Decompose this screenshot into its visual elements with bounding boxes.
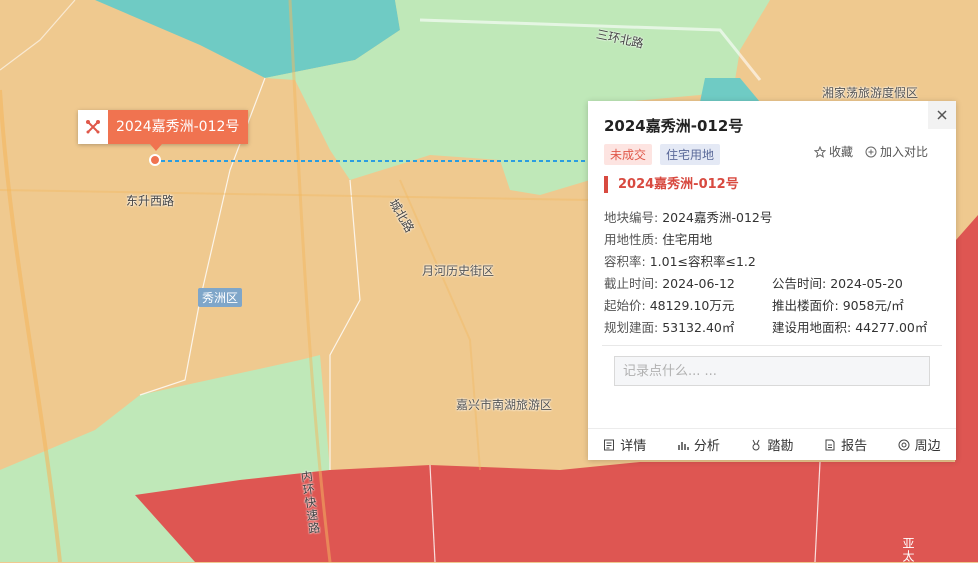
compare-label: 加入对比 [879,145,928,159]
parcel-marker-label[interactable]: 2024嘉秀洲-012号 [78,110,249,144]
marker-pointer [150,144,162,151]
road-label-dongsheng-xi: 东升西路 [126,194,175,208]
report-file-icon [825,439,835,450]
info-floor-price: 推出楼面价: 9058元/㎡ [772,298,904,313]
analysis-button[interactable]: 分析 [677,435,720,454]
nearby-target-icon [898,439,910,450]
survey-label: 踏勘 [767,439,794,454]
survey-medal-icon [752,439,760,450]
detail-button[interactable]: 详情 [603,435,646,454]
zone-red-right [956,215,978,470]
popup-title: 2024嘉秀洲-012号 [604,117,744,135]
document-list-icon [604,439,615,450]
nearby-button[interactable]: 周边 [898,435,941,454]
popup-bottom-bar: 详情 分析 踏勘 报告 周边 [588,428,956,460]
survey-button[interactable]: 踏勘 [750,435,793,454]
divider [602,345,942,346]
district-label-xiuzhou: 秀洲区 [198,288,243,307]
close-button[interactable] [928,101,956,129]
status-badge: 未成交 [604,144,653,165]
favorite-label: 收藏 [828,145,853,159]
parcel-info-popup: 2024嘉秀洲-012号 未成交 住宅用地 收藏 加入对比 2024嘉秀洲-01… [588,101,956,460]
info-parcel-no: 地块编号: 2024嘉秀洲-012号 [604,210,773,225]
star-icon [813,145,826,158]
favorite-button[interactable]: 收藏 [813,143,853,160]
info-land-use: 用地性质: 住宅用地 [604,232,713,247]
info-plan-area: 规划建面: 53132.40㎡ [604,320,735,335]
area-label-nanhu: 嘉兴市南湖旅游区 [456,398,553,412]
plus-circle-icon [865,146,877,157]
detail-label: 详情 [620,439,647,454]
land-use-badge: 住宅用地 [660,144,721,165]
info-far: 容积率: 1.01≤容积率≤1.2 [604,254,756,269]
nearby-label: 周边 [914,439,941,454]
add-compare-button[interactable]: 加入对比 [865,143,928,160]
section-title: 2024嘉秀洲-012号 [604,176,739,193]
info-start-price: 起始价: 48129.10万元 [604,298,735,313]
area-label-xiangjiadang: 湘家荡旅游度假区 [822,86,919,100]
area-label-yuehe: 月河历史街区 [422,264,495,278]
report-button[interactable]: 报告 [824,435,867,454]
note-input[interactable] [614,356,930,386]
close-icon [937,110,947,120]
bar-chart-icon [678,441,689,450]
info-land-area: 建设用地面积: 44277.00㎡ [772,320,928,335]
marker-label-text: 2024嘉秀洲-012号 [108,110,249,144]
info-announce: 公告时间: 2024-05-20 [772,276,903,291]
analysis-label: 分析 [693,439,720,454]
crossed-shovels-icon [78,110,108,144]
report-label: 报告 [841,439,868,454]
parcel-marker-dot[interactable] [149,154,161,166]
info-deadline: 截止时间: 2024-06-12 [604,276,735,291]
road-label-ya: 亚太 [901,537,915,563]
